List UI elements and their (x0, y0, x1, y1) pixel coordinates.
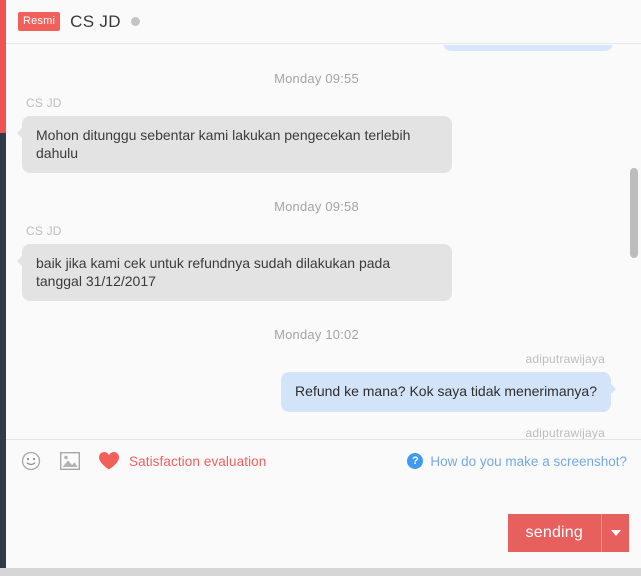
message-bubble-incoming[interactable]: Mohon ditunggu sebentar kami lakukan pen… (17, 116, 452, 173)
message-sender: CS JD (26, 224, 62, 238)
clipped-previous-bubble (443, 45, 613, 51)
message-block: adiputrawijaya (22, 426, 611, 441)
smiley-icon[interactable] (20, 450, 42, 472)
conversation-scrollbar-thumb[interactable] (630, 168, 638, 258)
chat-header: Resmi CS JD (6, 0, 641, 44)
heart-icon[interactable] (98, 450, 120, 472)
conversation-panel[interactable]: Monday 09:55 CS JD Mohon ditunggu sebent… (6, 45, 641, 440)
picture-icon[interactable] (59, 450, 81, 472)
send-options-dropdown-button[interactable] (601, 514, 629, 552)
chat-window: Resmi CS JD Monday 09:55 CS JD Mohon dit… (0, 0, 641, 568)
question-mark-icon: ? (407, 453, 424, 469)
satisfaction-evaluation-label[interactable]: Satisfaction evaluation (129, 454, 266, 469)
conversation-scrollbar-track[interactable] (629, 45, 638, 440)
message-timestamp: Monday 10:02 (274, 327, 359, 342)
message-sender: adiputrawijaya (525, 352, 605, 366)
message-input-area[interactable]: sending (6, 482, 641, 568)
composer-toolbar: Satisfaction evaluation ? How do you mak… (6, 440, 641, 482)
message-block: adiputrawijaya Refund ke mana? Kok saya … (22, 352, 616, 412)
message-sender: CS JD (26, 96, 62, 110)
message-composer: Satisfaction evaluation ? How do you mak… (6, 439, 641, 568)
message-bubble-outgoing[interactable]: Refund ke mana? Kok saya tidak meneriman… (281, 372, 616, 412)
send-button[interactable]: sending (507, 514, 601, 552)
chat-window-root: Resmi CS JD Monday 09:55 CS JD Mohon dit… (0, 0, 641, 576)
message-sender: adiputrawijaya (525, 425, 605, 440)
send-button-group: sending (507, 514, 629, 552)
contact-name: CS JD (70, 11, 121, 31)
message-bubble-incoming[interactable]: baik jika kami cek untuk refundnya sudah… (17, 244, 452, 301)
message-timestamp: Monday 09:55 (274, 71, 359, 86)
message-block: CS JD Mohon ditunggu sebentar kami lakuk… (17, 96, 611, 173)
message-block: CS JD baik jika kami cek untuk refundnya… (17, 224, 611, 301)
screenshot-help-link[interactable]: ? How do you make a screenshot? (407, 453, 627, 469)
official-badge: Resmi (18, 12, 61, 31)
window-bottom-strip (0, 568, 641, 576)
screenshot-help-label: How do you make a screenshot? (430, 453, 627, 469)
message-timestamp: Monday 09:58 (274, 199, 359, 214)
chevron-down-icon (610, 530, 621, 536)
status-dot-icon (130, 17, 140, 26)
conversation-inner: Monday 09:55 CS JD Mohon ditunggu sebent… (6, 45, 641, 440)
